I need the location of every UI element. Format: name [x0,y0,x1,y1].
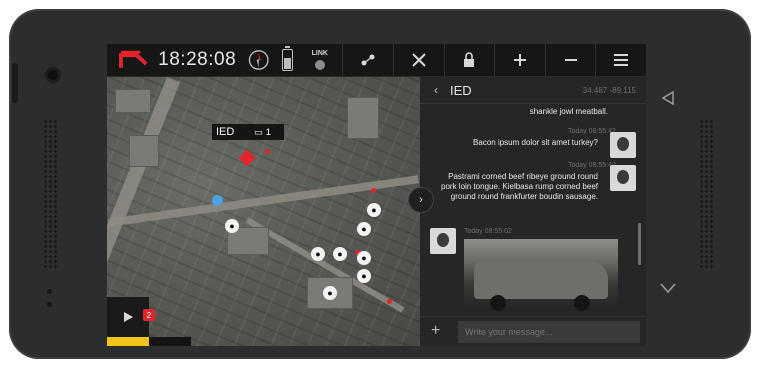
chat-scrollbar[interactable] [638,223,641,265]
message-time: Today 08:55:42 [568,128,616,135]
ied-popup-label: IED [216,126,235,138]
message-text: Pastrami corned beef ribeye ground round… [441,172,598,201]
map-road [107,175,420,227]
back-nav-icon[interactable] [659,89,677,107]
alert-dot [371,188,376,193]
side-button [12,63,18,103]
ied-warning-icon[interactable] [238,149,256,167]
message-text: shankle jowl meatball. [529,107,608,116]
current-location-icon [212,195,223,206]
lock-button[interactable] [443,44,495,76]
zoom-out-button[interactable] [544,44,596,76]
chat-header: ‹ IED 34.487 -89.115 [420,77,646,104]
message-time: Today 08:55:02 [464,228,512,235]
close-button[interactable] [149,337,191,346]
menu-icon [614,54,629,66]
top-toolbar: 18:28:08 LINK [107,44,646,77]
sensor-dots [47,289,52,315]
message-photo[interactable] [464,239,618,311]
app-screen: 18:28:08 LINK IED ▭ 1 ● ● ● ● ● ● ● ● 2 … [107,44,646,346]
avatar [610,165,636,191]
front-camera [45,67,61,83]
back-icon[interactable]: ‹ [434,83,438,97]
tools-icon [412,53,426,67]
unit-marker-icon[interactable]: ● [357,251,371,265]
unit-marker-icon[interactable]: ● [357,222,371,236]
avatar [430,228,456,254]
link-label: LINK [311,50,328,57]
photo-wheel [574,295,590,311]
unit-marker-icon[interactable]: ● [367,203,381,217]
map-road [107,77,180,332]
person-button[interactable] [107,337,149,346]
satellite-map[interactable]: IED ▭ 1 ● ● ● ● ● ● ● ● 2 [107,77,420,346]
link-status[interactable]: LINK [305,50,334,70]
route-button[interactable] [342,44,393,76]
lock-icon [464,52,475,67]
play-count-badge: 2 [143,309,155,321]
message-text: Bacon ipsum dolor sit amet turkey? [473,138,598,147]
comment-icon: ▭ [254,126,263,137]
map-building [115,89,151,113]
collapse-panel-button[interactable]: › [408,187,434,213]
tools-button[interactable] [393,44,444,76]
chat-coordinates: 34.487 -89.115 [582,86,636,95]
alert-dot [265,149,270,154]
zoom-in-button[interactable] [494,44,545,76]
map-building [347,97,379,139]
unit-marker-icon[interactable]: ● [311,247,325,261]
message-time: Today 08:55:42 [568,162,616,169]
compose-bar: + [420,316,646,346]
speaker-grille-right [699,119,715,269]
battery-icon [281,46,294,71]
chat-title: IED [450,83,472,98]
photo-vehicle [474,261,608,299]
chevron-down-icon[interactable] [659,281,677,295]
avatar [610,132,636,158]
unit-marker-icon[interactable]: ● [323,286,337,300]
zoom-out-icon [564,59,577,61]
compass-icon[interactable] [248,49,269,71]
alert-dot [387,299,392,304]
ied-comment-count: 1 [265,127,271,137]
message-input[interactable] [458,321,640,343]
link-indicator-icon [314,60,325,70]
unit-marker-icon[interactable]: ● [225,219,239,233]
photo-wheel [490,295,506,311]
app-logo-icon [119,50,148,68]
unit-marker-icon[interactable]: ● [333,247,347,261]
ied-popup[interactable]: IED ▭ 1 [212,124,284,140]
chat-panel: › ‹ IED 34.487 -89.115 shankle jowl meat… [408,77,646,346]
clock-time: 18:28:08 [158,49,237,70]
route-icon [361,54,375,66]
zoom-in-icon [514,54,526,66]
phone-frame: 18:28:08 LINK IED ▭ 1 ● ● ● ● ● ● ● ● 2 … [9,9,751,359]
menu-button[interactable] [595,44,646,76]
unit-marker-icon[interactable]: ● [357,269,371,283]
add-attachment-icon[interactable]: + [431,322,440,340]
map-building [129,135,159,167]
play-icon [124,312,133,322]
speaker-grille-left [43,119,57,269]
